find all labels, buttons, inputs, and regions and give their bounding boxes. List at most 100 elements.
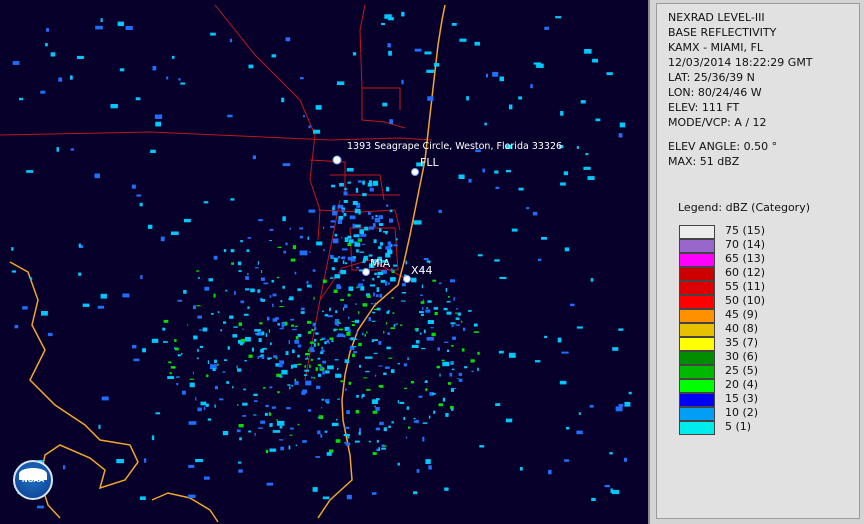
- echo-cell: [403, 363, 407, 367]
- echo-cell: [361, 332, 364, 336]
- echo-cell: [324, 430, 327, 433]
- echo-cell: [167, 376, 175, 379]
- echo-cell: [297, 354, 300, 358]
- echo-cell: [294, 325, 298, 328]
- echo-cell: [343, 304, 348, 308]
- reflectivity-echoes: [11, 11, 632, 509]
- echo-cell: [184, 218, 191, 223]
- echo-cell: [302, 115, 305, 118]
- echo-cell: [443, 307, 448, 311]
- echo-cell: [495, 403, 501, 406]
- echo-cell: [236, 365, 238, 369]
- echo-cell: [386, 322, 387, 325]
- echo-cell: [382, 102, 388, 107]
- echo-cell: [377, 271, 383, 276]
- echo-cell: [217, 311, 220, 314]
- echo-cell: [163, 319, 169, 323]
- echo-cell: [356, 249, 359, 253]
- echo-cell: [287, 384, 291, 386]
- echo-cell: [344, 426, 350, 429]
- echo-cell: [352, 353, 355, 358]
- echo-cell: [364, 226, 369, 231]
- echo-cell: [369, 284, 375, 287]
- echo-cell: [207, 360, 209, 364]
- echo-cell: [390, 327, 395, 330]
- echo-cell: [76, 55, 84, 59]
- address-marker-icon: [332, 155, 342, 165]
- echo-cell: [14, 325, 19, 329]
- echo-cell: [273, 355, 277, 358]
- echo-cell: [426, 260, 431, 263]
- echo-cell: [168, 361, 172, 364]
- echo-cell: [237, 261, 242, 266]
- echo-cell: [369, 187, 374, 192]
- echo-cell: [321, 338, 324, 341]
- echo-cell: [353, 234, 360, 238]
- echo-cell: [207, 418, 211, 421]
- echo-cell: [498, 350, 504, 354]
- echo-cell: [421, 313, 424, 316]
- echo-cell: [98, 424, 101, 429]
- echo-cell: [405, 260, 407, 265]
- echo-cell: [304, 369, 309, 372]
- legend-label: 75 (15): [725, 224, 766, 237]
- echo-cell: [473, 331, 479, 333]
- echo-cell: [494, 259, 500, 262]
- echo-cell: [388, 50, 392, 56]
- echo-cell: [347, 434, 350, 439]
- echo-cell: [148, 224, 153, 229]
- echo-cell: [281, 322, 285, 327]
- echo-cell: [330, 225, 335, 228]
- echo-cell: [266, 482, 274, 486]
- echo-cell: [239, 437, 242, 441]
- echo-cell: [251, 347, 254, 352]
- echo-cell: [361, 243, 366, 245]
- echo-cell: [326, 452, 332, 456]
- echo-cell: [564, 247, 570, 252]
- echo-cell: [317, 364, 322, 367]
- echo-cell: [246, 273, 249, 275]
- echo-cell: [267, 358, 270, 360]
- echo-cell: [378, 447, 380, 451]
- echo-cell: [366, 295, 371, 298]
- echo-cell: [451, 408, 454, 411]
- echo-cell: [376, 294, 379, 298]
- echo-cell: [433, 307, 438, 310]
- echo-cell: [344, 262, 348, 265]
- echo-cell: [330, 277, 334, 279]
- echo-cell: [197, 407, 202, 412]
- mia-label: MIA: [370, 257, 391, 270]
- echo-cell: [95, 25, 103, 30]
- echo-cell: [461, 348, 465, 352]
- echo-cell: [354, 242, 361, 247]
- legend-swatch: [679, 225, 715, 239]
- echo-cell: [204, 286, 210, 291]
- echo-cell: [122, 293, 130, 298]
- echo-cell: [151, 338, 159, 343]
- echo-cell: [268, 329, 271, 333]
- echo-cell: [312, 322, 316, 327]
- echo-cell: [376, 398, 380, 401]
- radar-map[interactable]: 1393 Seagrape Circle, Weston, Florida 33…: [0, 0, 650, 524]
- legend-label: 30 (6): [725, 350, 759, 363]
- echo-cell: [245, 288, 250, 291]
- echo-cell: [315, 332, 319, 335]
- echo-cell: [360, 233, 367, 237]
- echo-cell: [352, 223, 356, 229]
- echo-cell: [624, 457, 627, 462]
- echo-cell: [335, 373, 342, 378]
- echo-cell: [193, 335, 198, 340]
- echo-cell: [347, 181, 351, 184]
- echo-cell: [534, 360, 541, 363]
- echo-cell: [254, 432, 256, 436]
- echo-cell: [419, 332, 422, 335]
- echo-cell: [368, 440, 371, 443]
- echo-cell: [544, 26, 549, 30]
- echo-cell: [340, 298, 344, 301]
- echo-cell: [330, 220, 336, 223]
- echo-cell: [197, 315, 202, 319]
- echo-cell: [26, 170, 34, 173]
- echo-cell: [285, 37, 291, 42]
- echo-cell: [306, 284, 311, 288]
- echo-cell: [132, 345, 137, 349]
